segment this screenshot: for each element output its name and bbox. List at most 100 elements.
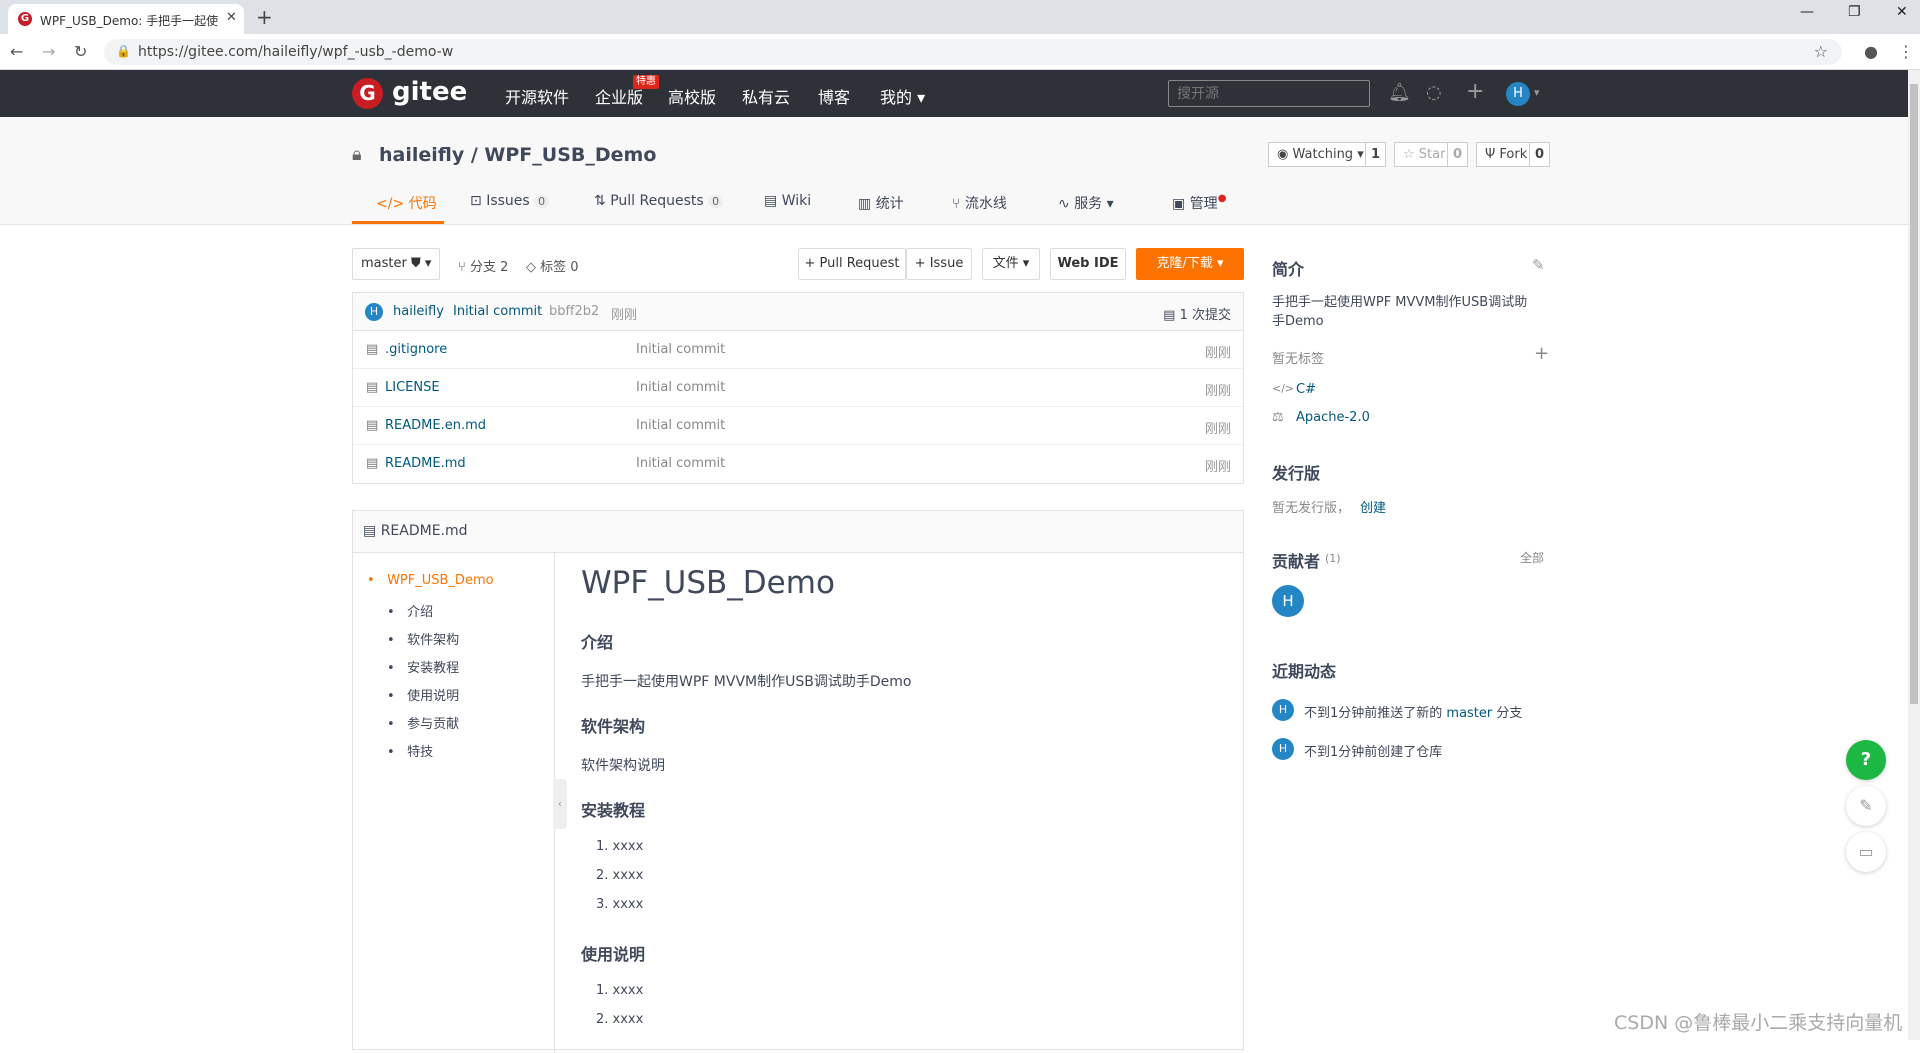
intro-heading: 简介 [1272,260,1305,279]
back-icon[interactable]: ← [10,42,23,61]
prs-count: 0 [708,195,724,208]
branch-name: master [361,256,407,271]
readme-heading: 使用说明 [581,945,646,964]
commit-message[interactable]: Initial commit [453,304,542,319]
file-name[interactable]: README.en.md [385,418,486,433]
reload-icon[interactable]: ↻ [74,42,87,61]
toc-item[interactable]: • 安装教程 [387,657,459,676]
create-release-link[interactable]: 创建 [1360,497,1386,516]
file-row[interactable]: ▤ LICENSE Initial commit 刚刚 [353,369,1243,407]
menu-kebab-icon[interactable]: ⋮ [1898,42,1914,61]
file-time: 刚刚 [1204,384,1231,399]
url-bar[interactable]: 🔒 https://gitee.com/haileifly/wpf_-usb_-… [104,39,1842,65]
minimize-button[interactable]: — [1800,4,1814,20]
chevron-down-icon[interactable]: ▾ [1534,86,1540,99]
watching-button[interactable]: ◉ Watching ▾ 1 [1268,142,1386,167]
help-button[interactable]: ? [1846,740,1886,780]
no-release-text: 暂无发行版， [1272,501,1351,516]
license-link[interactable]: Apache-2.0 [1296,410,1370,425]
scrollbar-thumb[interactable] [1910,84,1918,704]
file-row[interactable]: ▤ README.md Initial commit 刚刚 [353,445,1243,483]
restore-button[interactable]: ❐ [1848,4,1861,20]
file-commit-message[interactable]: Initial commit [636,418,725,433]
nav-private-cloud[interactable]: 私有云 [742,84,790,108]
file-name[interactable]: .gitignore [385,342,447,357]
tab-code[interactable]: </> 代码 [376,193,437,213]
gitee-favicon-icon: G [18,12,32,26]
branch-select[interactable]: master ⛊ ▾ [352,248,440,280]
file-commit-message[interactable]: Initial commit [636,456,725,471]
browser-tab[interactable]: G WPF_USB_Demo: 手把手一起使 ✕ [8,4,244,34]
list-item: 3. xxxx [596,897,644,912]
file-name[interactable]: LICENSE [385,380,440,395]
tab-close-icon[interactable]: ✕ [226,10,237,25]
toc-item[interactable]: • 参与贡献 [387,713,459,732]
plus-icon[interactable]: + [1466,79,1484,104]
contributor-avatar[interactable]: H [1272,585,1304,617]
site-search-input[interactable] [1168,80,1370,107]
bookmark-star-icon[interactable]: ☆ [1814,42,1828,61]
window-close-button[interactable]: ✕ [1896,4,1908,20]
new-issue-button[interactable]: + Issue [906,248,972,280]
nav-education[interactable]: 高校版 [668,84,716,108]
toc-item[interactable]: • 介绍 [387,601,433,620]
tab-issues-label: Issues [486,193,530,209]
add-tag-icon[interactable]: + [1534,343,1549,364]
chat-icon[interactable]: ▭ [1846,832,1886,872]
file-commit-message[interactable]: Initial commit [636,342,725,357]
commit-avatar[interactable]: H [365,303,383,321]
nav-mine[interactable]: 我的 ▾ [880,84,925,108]
tab-stats[interactable]: ▥ 统计 [858,193,904,213]
tab-pipeline[interactable]: ⑂ 流水线 [952,193,1007,213]
web-ide-button[interactable]: Web IDE [1050,248,1126,280]
fork-button[interactable]: Ψ Fork 0 [1476,142,1550,167]
tab-manage[interactable]: ▣ 管理● [1172,193,1226,213]
branches-link[interactable]: ⑂ 分支 2 [458,256,508,275]
file-row[interactable]: ▤ README.en.md Initial commit 刚刚 [353,407,1243,445]
star-button[interactable]: ☆ Star 0 [1394,142,1468,167]
readme-heading: 软件架构 [581,717,646,736]
toc-collapse-handle[interactable]: ‹ [553,779,567,829]
commit-hash[interactable]: bbff2b2 [549,304,599,319]
clone-download-button[interactable]: 克隆/下载 ▾ [1136,248,1244,280]
tab-wiki[interactable]: ▤ Wiki [764,193,811,209]
commit-count-link[interactable]: ▤ 1 次提交 [1163,304,1231,323]
toc-item[interactable]: • 使用说明 [387,685,459,704]
file-menu-button[interactable]: 文件 ▾ [982,248,1040,280]
toc-item[interactable]: • 特技 [387,741,433,760]
tab-issues[interactable]: ⊡ Issues 0 [470,193,550,209]
tab-service[interactable]: ∿ 服务 ▾ [1058,193,1114,213]
watching-label: Watching [1292,147,1354,162]
toc-item[interactable]: • 软件架构 [387,629,459,648]
forward-icon[interactable]: → [42,42,55,61]
feedback-edit-icon[interactable]: ✎ [1846,786,1886,826]
tab-pull-requests[interactable]: ⇅ Pull Requests 0 [594,193,724,209]
gitee-logo[interactable]: G gitee [352,77,472,110]
activity-branch-link[interactable]: master [1446,706,1492,721]
new-pull-request-button[interactable]: + Pull Request [798,248,906,280]
new-tab-button[interactable]: + [256,5,273,29]
active-tab-underline [352,221,444,224]
file-name[interactable]: README.md [385,456,466,471]
activity-avatar[interactable]: H [1272,699,1294,721]
pipeline-icon: ⑂ [952,196,961,212]
file-commit-message[interactable]: Initial commit [636,380,725,395]
toc-label: 软件架构 [407,633,460,648]
file-row[interactable]: ▤ .gitignore Initial commit 刚刚 [353,331,1243,369]
lightbulb-icon[interactable]: ◌ [1426,82,1442,103]
toc-item[interactable]: • WPF_USB_Demo [367,573,494,588]
nav-open-source[interactable]: 开源软件 [505,84,569,108]
commit-author[interactable]: haileifly [393,304,444,319]
edit-icon[interactable]: ✎ [1532,256,1545,274]
activity-avatar[interactable]: H [1272,738,1294,760]
tags-link[interactable]: ◇ 标签 0 [526,256,579,275]
nav-blog[interactable]: 博客 [818,84,850,108]
file-icon: ▤ [366,380,379,395]
all-contributors-link[interactable]: 全部 [1520,549,1544,566]
profile-icon[interactable]: ● [1864,42,1878,61]
header-avatar[interactable]: H [1506,82,1530,106]
bell-icon[interactable]: 🔔︎ [1388,82,1411,103]
star-label: Star [1418,147,1446,162]
language-link[interactable]: C# [1296,382,1316,397]
repo-title[interactable]: haileifly / WPF_USB_Demo [379,144,656,166]
